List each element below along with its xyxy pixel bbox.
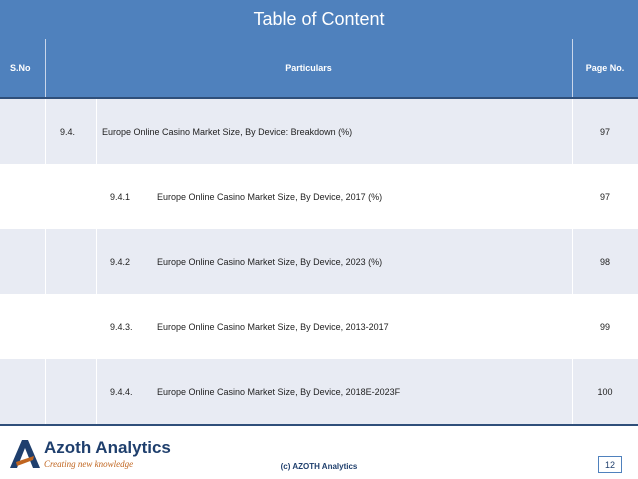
brand-name: Azoth Analytics <box>44 438 171 457</box>
row-page: 97 <box>599 126 610 137</box>
header-page-no: Page No. <box>585 63 625 73</box>
page-title: Table of Content <box>0 0 638 39</box>
footer: Azoth Analytics Creating new knowledge (… <box>0 426 638 479</box>
row-number: 9.4.2 <box>110 256 131 267</box>
row-label: Europe Online Casino Market Size, By Dev… <box>157 321 389 332</box>
row-number: 9.4.3. <box>110 321 133 332</box>
row-label: Europe Online Casino Market Size, By Dev… <box>157 191 383 202</box>
row-number: 9.4.1 <box>110 191 131 202</box>
row-page: 99 <box>599 321 610 332</box>
row-number: 9.4. <box>60 126 76 137</box>
page-number: 12 <box>598 456 622 473</box>
row-page: 100 <box>597 386 613 397</box>
row-number: 9.4.4. <box>110 386 133 397</box>
row-label: Europe Online Casino Market Size, By Dev… <box>157 386 401 397</box>
row-page: 98 <box>599 256 610 267</box>
row-label: Europe Online Casino Market Size, By Dev… <box>157 256 383 267</box>
column-divider <box>96 99 97 424</box>
column-divider <box>572 99 573 424</box>
column-divider <box>45 99 46 424</box>
header-sno: S.No <box>10 63 31 73</box>
table-header: S.No Particulars Page No. <box>0 39 638 97</box>
row-label: Europe Online Casino Market Size, By Dev… <box>102 126 353 137</box>
header-particulars: Particulars <box>285 63 332 73</box>
copyright-text: (c) AZOTH Analytics <box>280 462 358 471</box>
row-page: 97 <box>599 191 610 202</box>
